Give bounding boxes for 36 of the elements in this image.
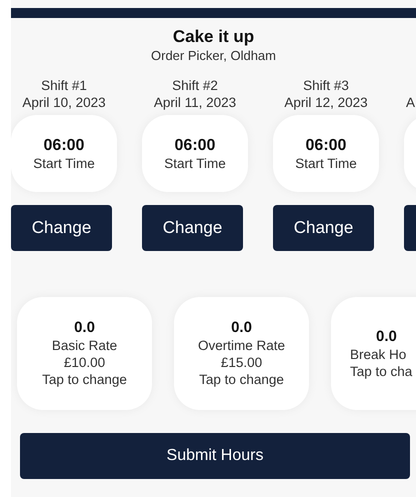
shift-date: April 12, 2023 xyxy=(283,94,369,111)
start-time-value: 06:00 xyxy=(306,136,346,154)
start-time-card[interactable]: 06:00 Start Time xyxy=(142,115,248,192)
start-time-card[interactable]: 06:00 Start Time xyxy=(273,115,379,192)
rate-amount: £15.00 xyxy=(220,354,262,371)
rate-value: 0.0 xyxy=(74,319,95,337)
shift-label: Shift #2 xyxy=(171,77,219,94)
start-time-card[interactable]: 06:00 Start Time xyxy=(11,115,117,192)
rate-card[interactable]: 0.0 Basic Rate £10.00 Tap to change xyxy=(17,297,152,410)
shift-label: Shift #3 xyxy=(302,77,350,94)
start-time-value: 06:00 xyxy=(174,136,216,154)
rate-label: Overtime Rate xyxy=(198,337,286,354)
rate-value: 0.0 xyxy=(376,328,397,346)
start-time-label: Start Time xyxy=(295,154,357,172)
rate-label: Basic Rate xyxy=(52,337,118,354)
start-time-label: Start Time xyxy=(164,154,226,172)
rate-label: Break Ho xyxy=(350,346,406,362)
company-title: Cake it up xyxy=(172,27,256,47)
rate-amount: £10.00 xyxy=(64,354,106,371)
tap-hint: Tap to change xyxy=(199,371,284,388)
shift-date: April 10, 2023 xyxy=(21,94,107,111)
rate-value: 0.0 xyxy=(231,319,252,337)
shift-date: A xyxy=(406,94,416,111)
start-time-value: 06:00 xyxy=(44,136,84,154)
start-time-label: Start Time xyxy=(33,154,95,172)
shift-label: Shift #1 xyxy=(40,77,88,94)
rate-card[interactable]: 0.0 Overtime Rate £15.00 Tap to change xyxy=(174,297,309,410)
change-button[interactable]: Change xyxy=(273,205,374,251)
job-subtitle: Order Picker, Oldham xyxy=(150,47,277,64)
tap-hint: Tap to cha xyxy=(350,362,412,380)
tap-hint: Tap to change xyxy=(42,371,127,388)
change-button[interactable]: Change xyxy=(11,205,112,251)
submit-hours-button[interactable]: Submit Hours xyxy=(20,433,410,479)
change-button[interactable]: Change xyxy=(142,205,243,251)
shift-date: April 11, 2023 xyxy=(152,94,238,111)
rate-card[interactable]: 0.0 Break Ho Tap to cha xyxy=(331,297,416,410)
